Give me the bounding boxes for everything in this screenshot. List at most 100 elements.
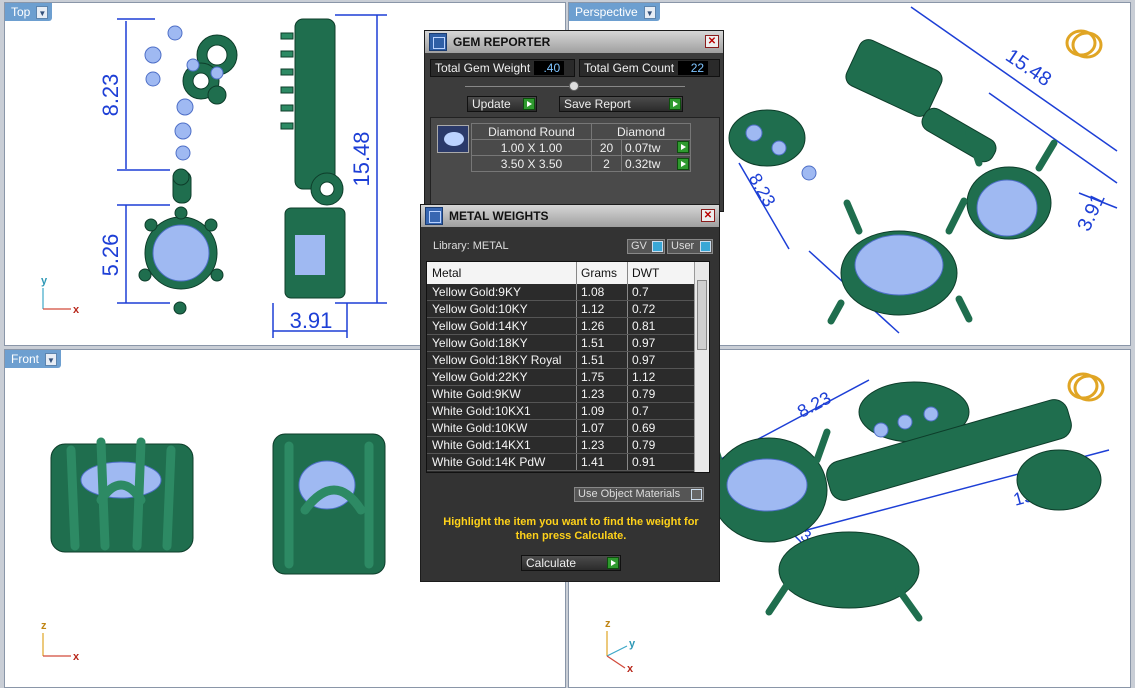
ring-icon bbox=[1065, 29, 1103, 59]
metal-grams: 1.23 bbox=[577, 386, 628, 402]
gem-reporter-titlebar[interactable]: GEM REPORTER ✕ bbox=[425, 31, 723, 53]
metal-grams: 1.75 bbox=[577, 369, 628, 385]
table-row[interactable]: White Gold:9KW 1.23 0.79 bbox=[427, 386, 709, 403]
metal-name: Yellow Gold:22KY bbox=[427, 369, 577, 385]
metal-weights-titlebar[interactable]: METAL WEIGHTS ✕ bbox=[421, 205, 719, 227]
metal-weights-panel[interactable]: METAL WEIGHTS ✕ Library: METAL GV User M… bbox=[420, 204, 720, 582]
metal-table-scrollbar[interactable] bbox=[694, 262, 709, 472]
dimension-text: 8.23 bbox=[745, 170, 780, 210]
metal-name: White Gold:14K PdW bbox=[427, 454, 577, 470]
table-row[interactable]: Yellow Gold:10KY 1.12 0.72 bbox=[427, 301, 709, 318]
metal-grams: 1.09 bbox=[577, 403, 628, 419]
metal-grams: 1.26 bbox=[577, 318, 628, 334]
table-row[interactable]: Yellow Gold:22KY 1.75 1.12 bbox=[427, 369, 709, 386]
dimension-text: 15.48 bbox=[349, 131, 374, 186]
table-row[interactable]: Yellow Gold:14KY 1.26 0.81 bbox=[427, 318, 709, 335]
gv-toggle[interactable]: GV bbox=[627, 239, 665, 254]
metal-dwt: 0.97 bbox=[632, 336, 656, 350]
dimension-text: 8.23 bbox=[794, 388, 834, 422]
metal-table[interactable]: Metal Grams DWT Yellow Gold:9KY 1.08 0.7 Y… bbox=[426, 261, 710, 473]
metal-dwt: 0.69 bbox=[632, 421, 656, 435]
metal-name: Yellow Gold:14KY bbox=[427, 318, 577, 334]
scrollbar-thumb[interactable] bbox=[697, 280, 707, 350]
metal-name: White Gold:10KX1 bbox=[427, 403, 577, 419]
grams-column-header[interactable]: Grams bbox=[577, 262, 628, 284]
use-object-materials-label: Use Object Materials bbox=[578, 488, 681, 500]
dimension-text: 15.48 bbox=[1001, 45, 1055, 91]
axis-z-label: z bbox=[41, 620, 47, 632]
gem-size: 1.00 X 1.00 bbox=[471, 139, 592, 156]
gem-reporter-panel[interactable]: GEM REPORTER ✕ Total Gem Weight .40 Tota… bbox=[424, 30, 724, 212]
calculate-button[interactable]: Calculate bbox=[521, 555, 621, 571]
update-button-label: Update bbox=[472, 97, 511, 111]
toggle-indicator-icon bbox=[700, 241, 711, 252]
update-button[interactable]: Update bbox=[467, 96, 537, 112]
table-row[interactable]: Yellow Gold:18KY 1.51 0.97 bbox=[427, 335, 709, 352]
metal-grams: 1.12 bbox=[577, 301, 628, 317]
instruction-text: Highlight the item you want to find the … bbox=[443, 516, 699, 542]
dimension-text: 8.23 bbox=[98, 74, 123, 117]
metal-dwt: 0.79 bbox=[632, 387, 656, 401]
metal-dwt: 0.7 bbox=[632, 285, 649, 299]
gem-table-header: Diamond Round Diamond bbox=[471, 123, 691, 140]
table-row[interactable]: White Gold:14K PdW 1.41 0.91 bbox=[427, 454, 709, 471]
metal-weights-title: METAL WEIGHTS bbox=[449, 209, 549, 223]
user-toggle-label: User bbox=[671, 240, 695, 252]
use-object-materials-toggle[interactable]: Use Object Materials bbox=[574, 487, 704, 502]
table-row[interactable]: Yellow Gold:18KY Royal 1.51 0.97 bbox=[427, 352, 709, 369]
gem-row[interactable]: 3.50 X 3.50 2 0.32tw bbox=[471, 155, 691, 172]
metal-grams: 1.41 bbox=[577, 454, 628, 470]
rhino-workspace: Top ▼ 8.23 5.26 15.48 3.91 y x Perspecti… bbox=[0, 0, 1135, 688]
metal-grams: 1.23 bbox=[577, 437, 628, 453]
toggle-indicator-icon bbox=[691, 489, 702, 500]
gem-count: 2 bbox=[591, 155, 622, 172]
close-icon[interactable]: ✕ bbox=[701, 209, 715, 222]
user-toggle[interactable]: User bbox=[667, 239, 713, 254]
save-report-button-label: Save Report bbox=[564, 97, 631, 111]
metal-name: White Gold:10KW bbox=[427, 420, 577, 436]
play-icon bbox=[669, 98, 681, 110]
diamond-gem-icon bbox=[437, 125, 469, 153]
table-row[interactable]: White Gold:14KX1 1.23 0.79 bbox=[427, 437, 709, 454]
gv-toggle-label: GV bbox=[631, 240, 647, 252]
total-gem-count-field: Total Gem Count 22 bbox=[579, 59, 720, 77]
dimension-text: 3.91 bbox=[1073, 190, 1109, 235]
table-row[interactable]: White Gold:10KX1 1.09 0.7 bbox=[427, 403, 709, 420]
dwt-column-header[interactable]: DWT bbox=[628, 262, 694, 284]
metal-dwt: 0.97 bbox=[632, 353, 656, 367]
axis-y-label: y bbox=[629, 638, 636, 650]
gem-size: 3.50 X 3.50 bbox=[471, 155, 592, 172]
metal-name: Yellow Gold:18KY bbox=[427, 335, 577, 351]
library-label: Library: METAL bbox=[433, 240, 509, 252]
total-gem-weight-field: Total Gem Weight .40 bbox=[430, 59, 575, 77]
gem-row[interactable]: 1.00 X 1.00 20 0.07tw bbox=[471, 139, 691, 156]
axis-x-label: x bbox=[73, 304, 80, 316]
save-report-button[interactable]: Save Report bbox=[559, 96, 683, 112]
metal-grams: 1.08 bbox=[577, 284, 628, 300]
gem-row-go-icon[interactable] bbox=[677, 141, 689, 153]
metal-name: Yellow Gold:9KY bbox=[427, 284, 577, 300]
table-row[interactable]: White Gold:10KW 1.07 0.69 bbox=[427, 420, 709, 437]
gem-reporter-icon bbox=[429, 33, 447, 51]
gem-count: 20 bbox=[591, 139, 622, 156]
ring-icon bbox=[1067, 372, 1105, 402]
play-icon bbox=[523, 98, 535, 110]
close-icon[interactable]: ✕ bbox=[705, 35, 719, 48]
scale-icon bbox=[425, 207, 443, 225]
total-gem-weight-value: .40 bbox=[534, 61, 565, 75]
metal-dwt: 1.12 bbox=[632, 370, 656, 384]
gem-table: Diamond Round Diamond 1.00 X 1.00 20 0.0… bbox=[471, 123, 691, 172]
calculate-button-label: Calculate bbox=[526, 556, 577, 570]
metal-dwt: 0.91 bbox=[632, 455, 656, 469]
metal-grams: 1.51 bbox=[577, 352, 628, 368]
total-gem-count-value: 22 bbox=[678, 61, 709, 75]
total-gem-count-label: Total Gem Count bbox=[584, 61, 675, 75]
metal-name: Yellow Gold:18KY Royal bbox=[427, 352, 577, 368]
gem-row-go-icon[interactable] bbox=[677, 158, 689, 170]
metal-column-header[interactable]: Metal bbox=[427, 262, 577, 284]
metal-name: White Gold:14KX1 bbox=[427, 437, 577, 453]
splitter-handle-icon[interactable] bbox=[569, 81, 579, 91]
table-row[interactable]: Yellow Gold:9KY 1.08 0.7 bbox=[427, 284, 709, 301]
gem-type-header: Diamond bbox=[591, 123, 691, 140]
metal-grams: 1.07 bbox=[577, 420, 628, 436]
